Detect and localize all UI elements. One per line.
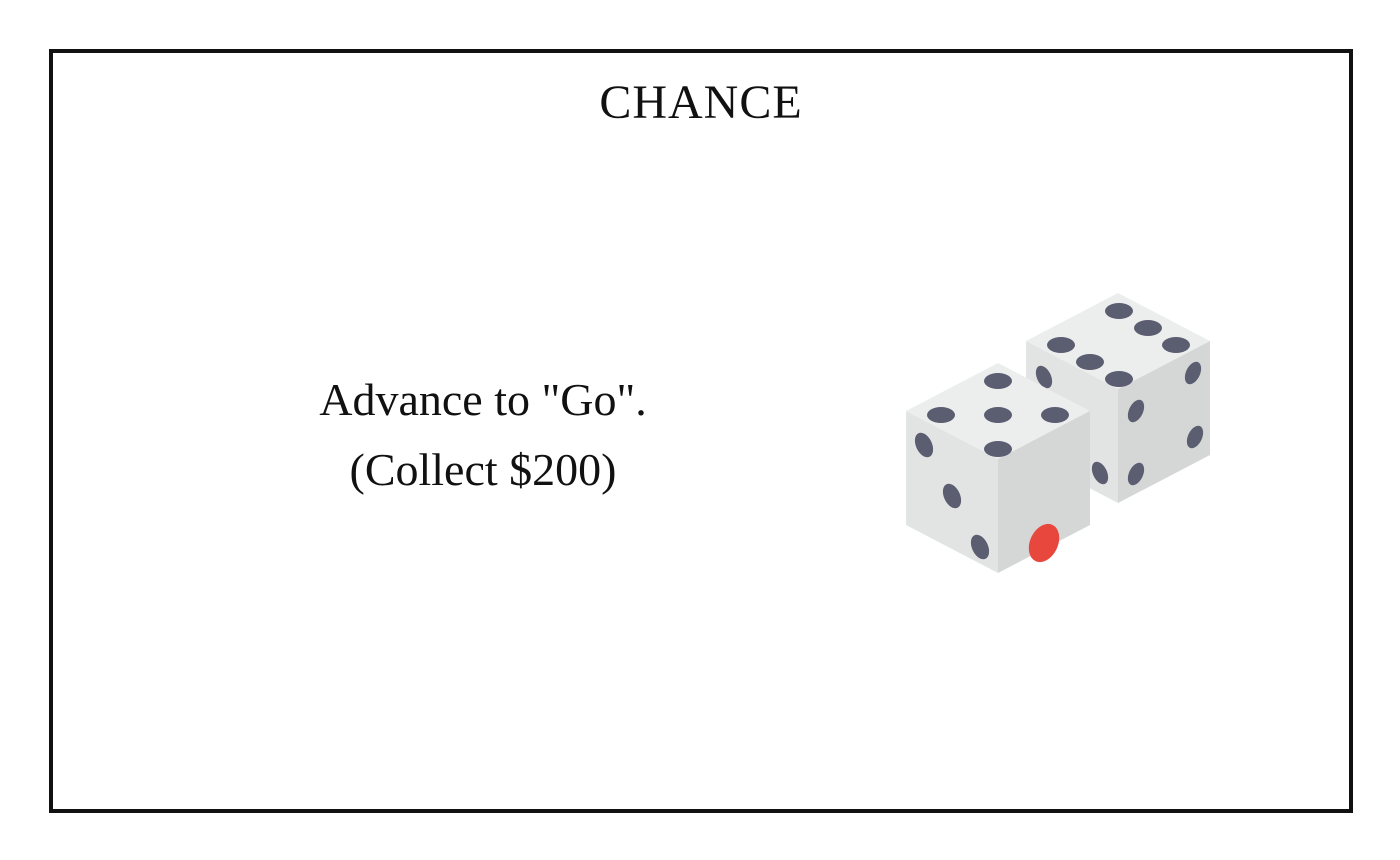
card-instruction-line-1: Advance to "Go".: [319, 374, 647, 425]
card-title: CHANCE: [599, 76, 803, 129]
card-instruction: Advance to "Go". (Collect $200): [293, 365, 673, 505]
dice-icon: [906, 293, 1210, 573]
chance-card: CHANCE Advance to "Go". (Collect $200): [49, 49, 1353, 813]
card-instruction-line-2: (Collect $200): [349, 444, 617, 495]
